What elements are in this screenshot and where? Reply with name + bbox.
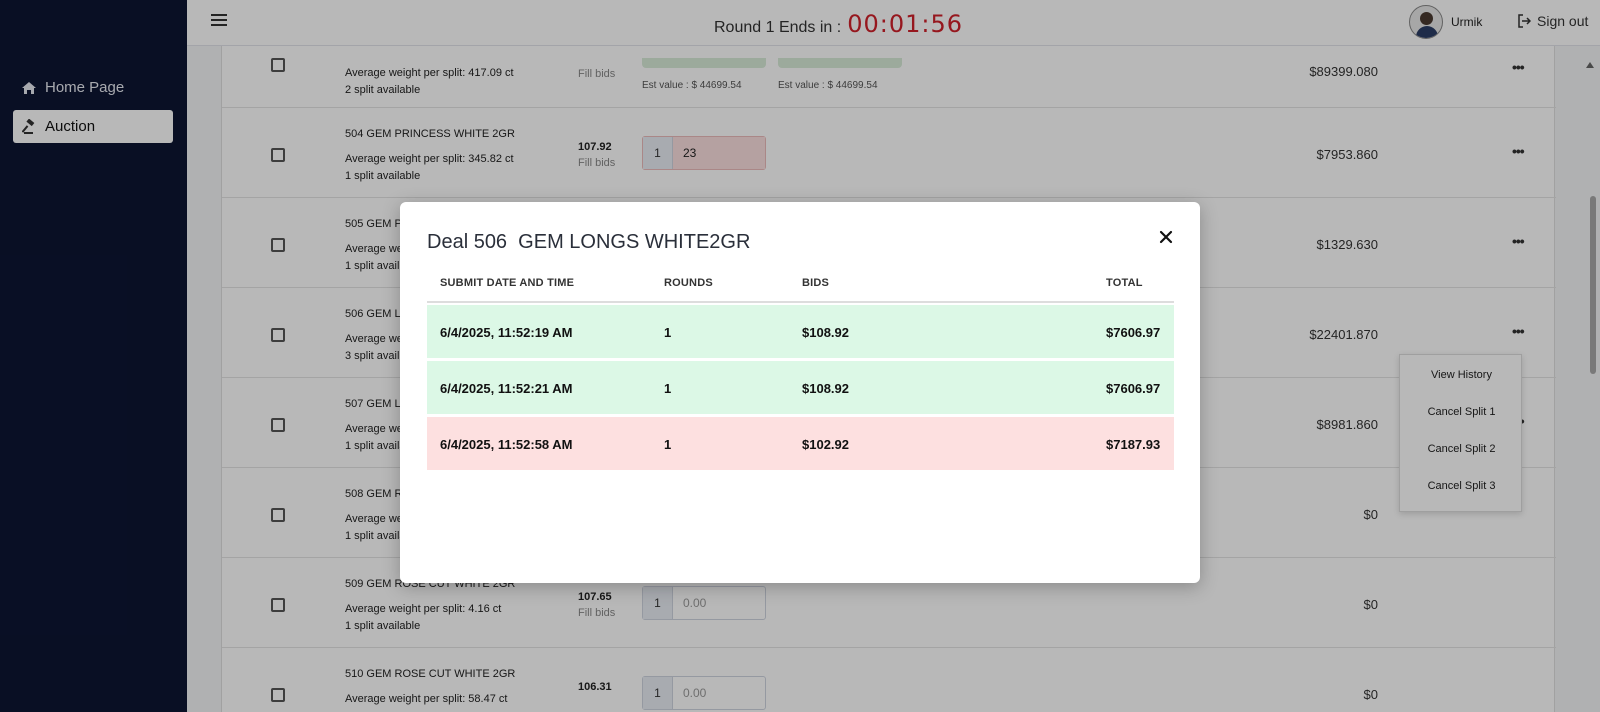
bid-history-modal: Deal 506 GEM LONGS WHITE2GR SUBMIT DATE … xyxy=(400,202,1200,583)
col-header-bids: BIDS xyxy=(802,277,830,289)
history-round: 1 xyxy=(664,381,672,396)
close-icon[interactable] xyxy=(1157,228,1175,246)
history-total: $7606.97 xyxy=(1106,325,1161,340)
col-header-rounds: ROUNDS xyxy=(664,277,713,289)
history-total: $7187.93 xyxy=(1106,437,1161,452)
history-row: 6/4/2025, 11:52:19 AM 1 $108.92 $7606.97 xyxy=(427,305,1174,358)
table-divider xyxy=(427,301,1174,303)
col-header-date: SUBMIT DATE AND TIME xyxy=(440,277,575,289)
history-date: 6/4/2025, 11:52:21 AM xyxy=(440,381,573,396)
col-header-total: TOTAL xyxy=(1106,277,1143,289)
modal-title: Deal 506 GEM LONGS WHITE2GR xyxy=(427,231,751,253)
history-bid: $108.92 xyxy=(802,325,849,340)
history-bid: $102.92 xyxy=(802,437,849,452)
history-bid: $108.92 xyxy=(802,381,849,396)
history-round: 1 xyxy=(664,437,672,452)
history-row: 6/4/2025, 11:52:58 AM 1 $102.92 $7187.93 xyxy=(427,417,1174,470)
history-date: 6/4/2025, 11:52:58 AM xyxy=(440,437,573,452)
history-round: 1 xyxy=(664,325,672,340)
history-row: 6/4/2025, 11:52:21 AM 1 $108.92 $7606.97 xyxy=(427,361,1174,414)
history-total: $7606.97 xyxy=(1106,381,1161,396)
history-date: 6/4/2025, 11:52:19 AM xyxy=(440,325,573,340)
